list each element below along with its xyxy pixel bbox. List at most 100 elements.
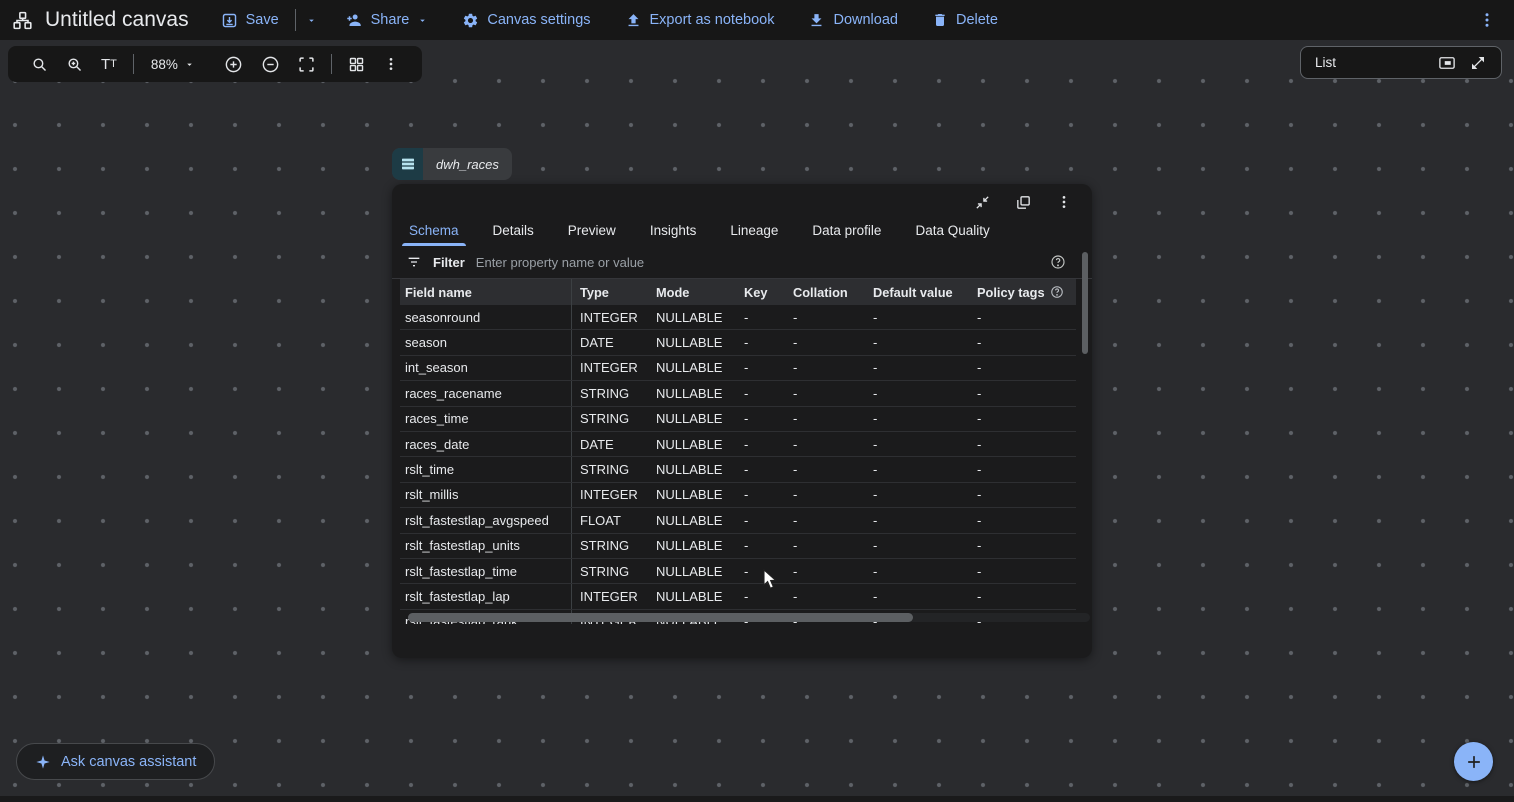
cell-key: - — [736, 432, 785, 456]
cell-policy: - — [969, 457, 1076, 481]
cell-type: STRING — [572, 534, 648, 558]
cell-collation: - — [785, 432, 865, 456]
tab-lineage[interactable]: Lineage — [713, 214, 795, 246]
cell-type: INTEGER — [572, 584, 648, 608]
col-mode: Mode — [648, 279, 736, 305]
cell-key: - — [736, 559, 785, 583]
cell-mode: NULLABLE — [648, 407, 736, 431]
cell-mode: NULLABLE — [648, 534, 736, 558]
save-menu-caret[interactable] — [306, 15, 317, 26]
more-options-icon[interactable] — [1478, 11, 1496, 29]
download-button[interactable]: Download — [802, 12, 904, 29]
cell-collation: - — [785, 457, 865, 481]
text-size-icon[interactable]: TT — [92, 56, 126, 73]
canvas-settings-button[interactable]: Canvas settings — [456, 12, 596, 29]
cell-key: - — [736, 356, 785, 380]
fit-screen-icon[interactable] — [289, 56, 324, 73]
cell-key: - — [736, 381, 785, 405]
col-policy-tags: Policy tags — [969, 279, 1076, 305]
cell-policy: - — [969, 305, 1076, 329]
collapse-icon[interactable] — [966, 194, 999, 211]
cell-collation: - — [785, 407, 865, 431]
list-panel: List — [1300, 46, 1502, 79]
cell-default: - — [865, 508, 969, 532]
person-add-icon — [345, 11, 363, 29]
tab-data-quality[interactable]: Data Quality — [898, 214, 1006, 246]
vertical-scrollbar-thumb[interactable] — [1082, 252, 1088, 354]
card-more-icon[interactable] — [1048, 194, 1080, 210]
table-row: races_timeSTRINGNULLABLE---- — [400, 407, 1076, 432]
horizontal-scrollbar[interactable] — [408, 613, 1090, 622]
policy-tags-help-icon[interactable] — [1050, 285, 1064, 299]
cell-field: rslt_fastestlap_avgspeed — [400, 508, 572, 532]
ask-canvas-assistant-button[interactable]: Ask canvas assistant — [16, 743, 215, 780]
cell-default: - — [865, 305, 969, 329]
cell-mode: NULLABLE — [648, 381, 736, 405]
table-row: rslt_fastestlap_lapINTEGERNULLABLE---- — [400, 584, 1076, 609]
filter-bar: Filter — [392, 246, 1092, 279]
cell-policy: - — [969, 534, 1076, 558]
filter-icon — [406, 254, 422, 270]
cell-type: FLOAT — [572, 508, 648, 532]
cell-key: - — [736, 457, 785, 481]
schema-table: Field name Type Mode Key Collation Defau… — [400, 279, 1076, 624]
cell-field: rslt_fastestlap_units — [400, 534, 572, 558]
tab-details[interactable]: Details — [476, 214, 551, 246]
delete-button[interactable]: Delete — [926, 12, 1004, 28]
filter-input[interactable] — [476, 255, 1039, 270]
tab-schema[interactable]: Schema — [392, 214, 476, 246]
cell-collation: - — [785, 584, 865, 608]
horizontal-scrollbar-thumb[interactable] — [408, 613, 913, 622]
table-row: int_seasonINTEGERNULLABLE---- — [400, 356, 1076, 381]
cell-field: races_date — [400, 432, 572, 456]
tab-insights[interactable]: Insights — [633, 214, 714, 246]
cell-policy: - — [969, 584, 1076, 608]
cell-collation: - — [785, 381, 865, 405]
grid-view-icon[interactable] — [339, 56, 374, 73]
cell-key: - — [736, 534, 785, 558]
tab-data-profile[interactable]: Data profile — [795, 214, 898, 246]
cell-mode: NULLABLE — [648, 457, 736, 481]
cell-collation: - — [785, 305, 865, 329]
col-collation: Collation — [785, 279, 865, 305]
cell-field: rslt_fastestlap_lap — [400, 584, 572, 608]
add-node-button[interactable] — [1454, 742, 1493, 781]
open-in-full-icon[interactable] — [1463, 55, 1493, 71]
save-icon — [221, 12, 238, 29]
export-notebook-button[interactable]: Export as notebook — [619, 12, 781, 29]
node-dwh-races[interactable]: dwh_races — [392, 148, 512, 180]
expand-icon[interactable] — [1007, 194, 1040, 211]
toolbar-more-icon[interactable] — [374, 56, 408, 72]
table-row: rslt_fastestlap_unitsSTRINGNULLABLE---- — [400, 534, 1076, 559]
zoom-in-icon[interactable] — [215, 55, 252, 74]
col-field-name: Field name — [400, 279, 572, 305]
table-row: rslt_millisINTEGERNULLABLE---- — [400, 483, 1076, 508]
cell-field: rslt_fastestlap_time — [400, 559, 572, 583]
canvas-area[interactable]: TT 88% List — [0, 40, 1514, 802]
help-icon[interactable] — [1050, 254, 1066, 270]
cell-policy: - — [969, 559, 1076, 583]
zoom-out-icon[interactable] — [252, 55, 289, 74]
share-button[interactable]: Share — [339, 11, 435, 29]
save-button[interactable]: Save — [215, 12, 285, 29]
cell-default: - — [865, 483, 969, 507]
zoom-area-icon[interactable] — [57, 56, 92, 73]
cell-mode: NULLABLE — [648, 483, 736, 507]
divider — [295, 9, 296, 31]
vertical-scrollbar[interactable] — [1082, 250, 1088, 622]
tab-preview[interactable]: Preview — [551, 214, 633, 246]
cell-default: - — [865, 457, 969, 481]
cell-collation: - — [785, 356, 865, 380]
cell-key: - — [736, 330, 785, 354]
search-icon[interactable] — [22, 56, 57, 73]
dock-panel-icon[interactable] — [1431, 54, 1463, 72]
cell-type: INTEGER — [572, 356, 648, 380]
zoom-level-dropdown[interactable]: 88% — [141, 57, 205, 72]
cell-default: - — [865, 407, 969, 431]
cell-field: rslt_time — [400, 457, 572, 481]
chevron-down-icon — [184, 59, 195, 70]
cell-type: STRING — [572, 381, 648, 405]
app-bar: Untitled canvas Save Share — [0, 0, 1514, 40]
cell-collation: - — [785, 559, 865, 583]
table-header-row: Field name Type Mode Key Collation Defau… — [400, 279, 1076, 305]
